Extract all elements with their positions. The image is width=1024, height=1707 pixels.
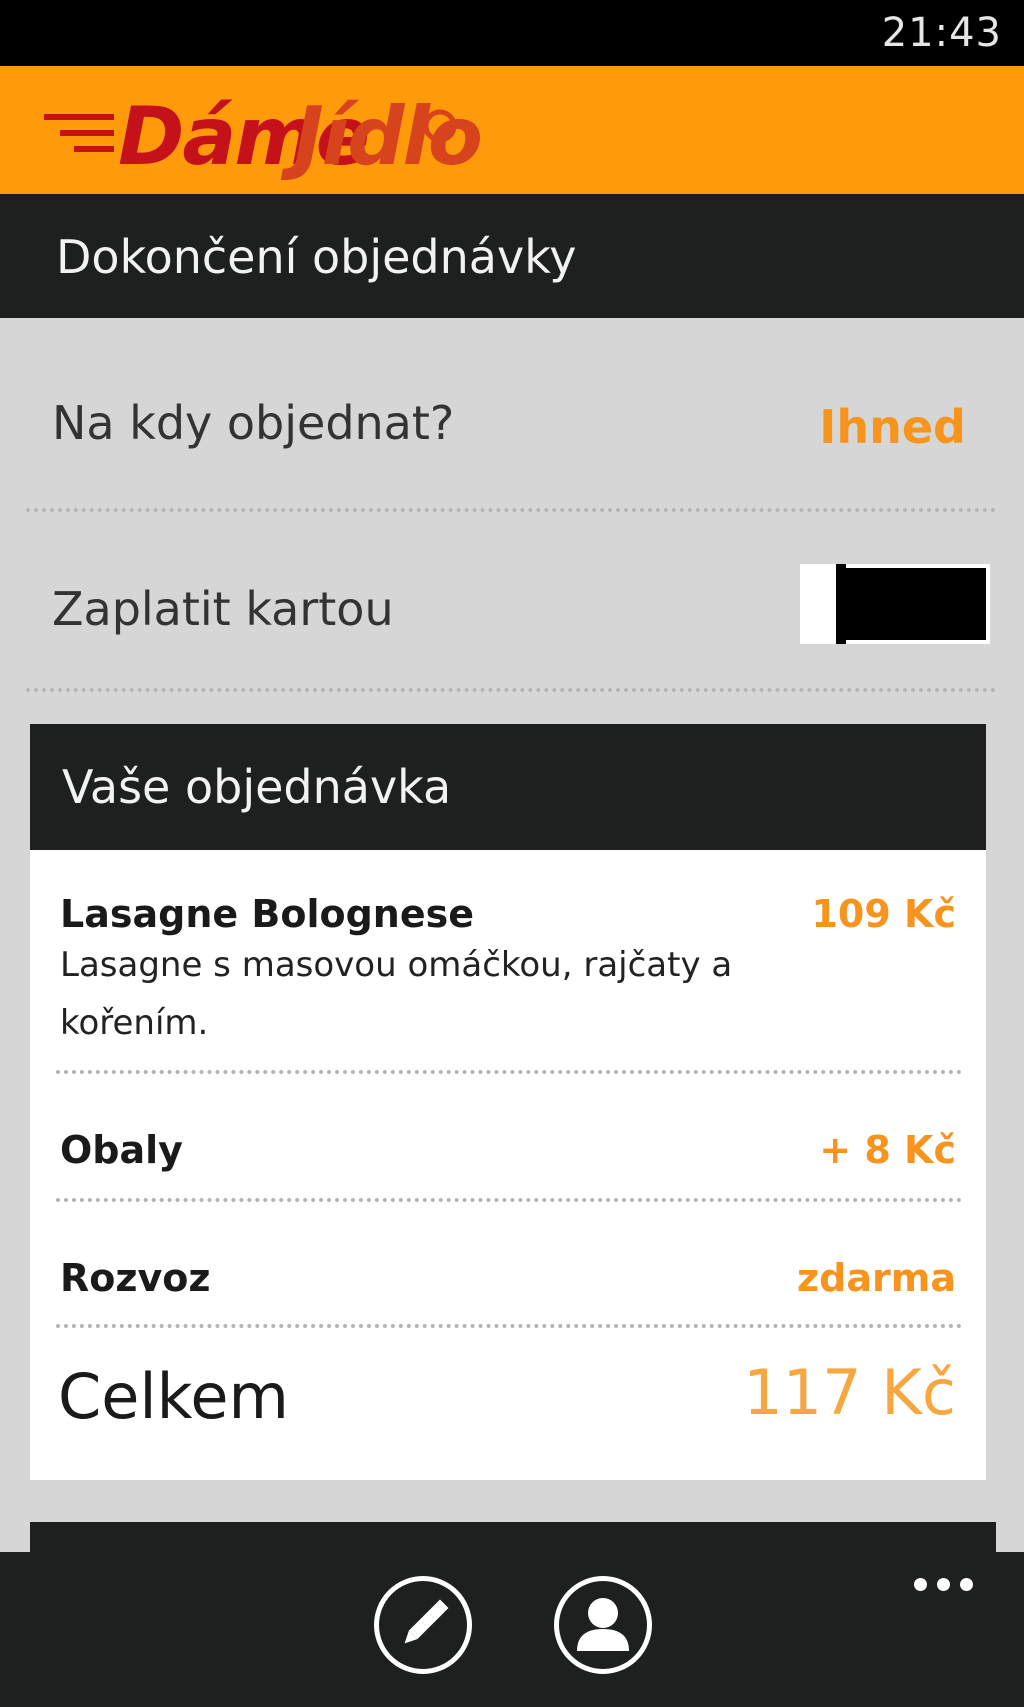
status-bar: 21:43	[0, 0, 1024, 66]
order-time-value[interactable]: Ihned	[819, 400, 966, 454]
order-item-name: Lasagne Bolognese	[60, 892, 474, 936]
user-icon	[577, 1598, 629, 1651]
order-summary-card: Vaše objednávka Lasagne Bolognese 109 Kč…	[30, 724, 986, 1480]
brand-header: Dáme Jídlo	[0, 66, 1024, 194]
order-time-label: Na kdy objednat?	[52, 396, 455, 450]
divider	[56, 1070, 962, 1074]
total-label: Celkem	[58, 1360, 289, 1433]
toggle-track	[842, 568, 986, 640]
app-bar	[0, 1552, 1024, 1707]
delivery-label: Rozvoz	[60, 1256, 211, 1300]
packaging-label: Obaly	[60, 1128, 183, 1172]
order-item-description: Lasagne s masovou omáčkou, rajčaty a koř…	[60, 945, 733, 1043]
pay-by-card-toggle[interactable]	[800, 564, 990, 644]
profile-button[interactable]	[554, 1576, 652, 1674]
order-time-row[interactable]: Na kdy objednat? Ihned	[0, 318, 1024, 508]
pay-by-card-label: Zaplatit kartou	[52, 582, 394, 636]
logo-word-jidlo: Jídlo	[294, 90, 483, 183]
toggle-thumb[interactable]	[836, 564, 846, 644]
order-summary-title: Vaše objednávka	[62, 760, 452, 814]
status-time: 21:43	[881, 10, 1002, 56]
page-header: Dokončení objednávky	[0, 194, 1024, 318]
more-icon[interactable]	[914, 1576, 984, 1592]
total-value: 117 Kč	[743, 1356, 956, 1429]
edit-button[interactable]	[374, 1576, 472, 1674]
divider	[26, 688, 996, 692]
delivery-price: zdarma	[797, 1256, 956, 1300]
screen: 21:43 Dáme Jídlo Dokončení objednávky Na…	[0, 0, 1024, 1707]
pencil-icon	[404, 1599, 449, 1644]
packaging-price: + 8 Kč	[819, 1128, 956, 1172]
order-item-price: 109 Kč	[811, 892, 956, 936]
order-summary-header: Vaše objednávka	[30, 724, 986, 850]
page-title: Dokončení objednávky	[56, 230, 577, 284]
divider	[56, 1198, 962, 1202]
divider	[56, 1324, 962, 1328]
